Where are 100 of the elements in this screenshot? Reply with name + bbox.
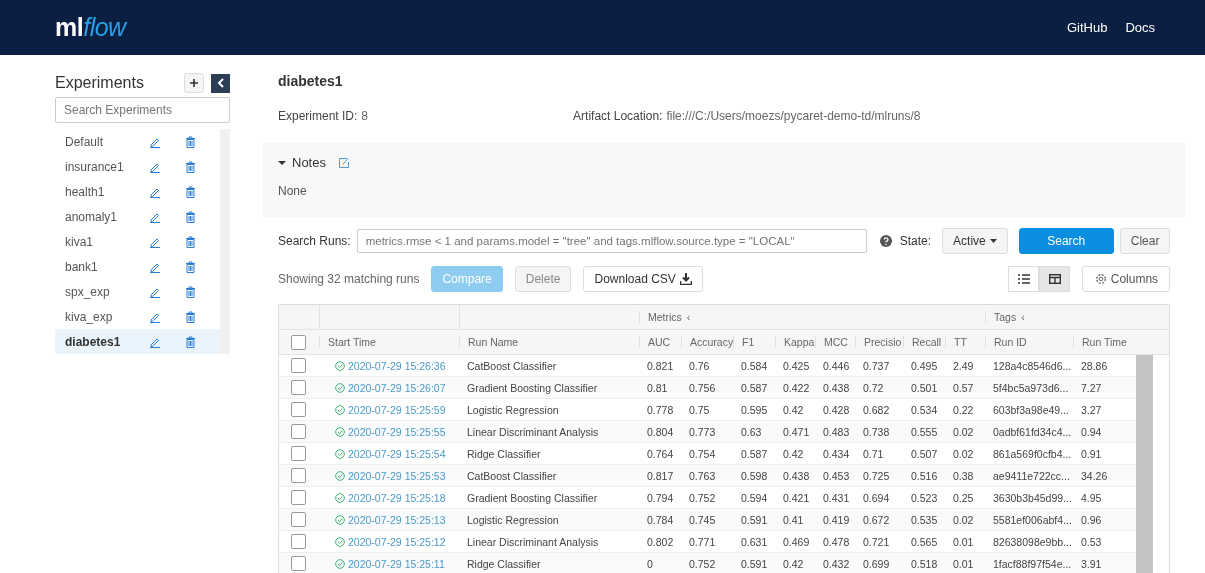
row-checkbox[interactable] [291,556,306,571]
row-checkbox[interactable] [291,446,306,461]
experiment-item[interactable]: Default [55,129,220,154]
header-link[interactable]: GitHub [1066,20,1108,35]
state-dropdown[interactable]: Active [942,228,1008,254]
table-cell-text: 0.764 [646,447,675,460]
experiment-item[interactable]: kiva_exp [55,304,220,329]
column-header[interactable]: AUC [639,336,681,348]
column-header[interactable]: TT [945,336,985,348]
edit-icon[interactable] [337,156,350,169]
experiment-item[interactable]: bank1 [55,254,220,279]
column-header[interactable]: Run Name [459,336,639,348]
clear-button[interactable]: Clear [1119,228,1171,254]
table-cell-text: 0.802 [646,535,675,548]
collapse-toggle[interactable]: ‹ [686,311,691,323]
delete-button[interactable]: Delete [514,266,572,292]
run-link[interactable]: 2020-07-29 15:25:12 [348,535,446,548]
experiment-item[interactable]: anomaly1 [55,204,220,229]
table-cell-text: 0.438 [822,381,851,394]
scrollbar[interactable] [1136,355,1153,573]
help-icon[interactable] [879,235,892,247]
trash-icon[interactable] [185,210,196,223]
collapse-button[interactable] [211,73,230,93]
collapse-toggle[interactable]: ‹ [1021,311,1025,323]
row-checkbox[interactable] [291,468,306,483]
table-cell-text: 0.598 [740,469,769,482]
trash-icon[interactable] [185,135,196,148]
column-header[interactable]: Precisio [855,336,903,348]
row-checkbox[interactable] [291,358,306,373]
run-link[interactable]: 2020-07-29 15:25:11 [348,557,445,570]
caret-icon[interactable] [278,158,286,167]
run-link[interactable]: 2020-07-29 15:26:07 [348,381,446,394]
trash-icon[interactable] [185,235,196,248]
experiment-title: diabetes1 [278,73,344,89]
table-cell-text: 0.778 [646,403,675,416]
success-icon [335,470,345,481]
column-header[interactable]: Run Time [1073,336,1153,348]
experiment-item[interactable]: diabetes1 [55,329,220,354]
trash-icon[interactable] [185,335,196,348]
table-cell-text: 0adbf61fd34c4... [992,425,1073,438]
state-label: State: [899,234,932,248]
search-field[interactable]: Search Experiments [55,97,230,123]
table-cell-text: Logistic Regression [466,403,560,416]
columns-button[interactable]: Columns [1082,266,1171,292]
table-cell-text: Logistic Regression [466,513,560,526]
column-header[interactable]: Run ID [985,336,1073,348]
column-header[interactable]: F1 [733,336,775,348]
row-checkbox[interactable] [291,424,306,439]
run-link[interactable]: 2020-07-29 15:25:13 [348,513,446,526]
mlflow-logo[interactable]: mlflow [55,13,126,42]
search-button[interactable]: Search [1018,228,1114,254]
column-header[interactable]: MCC [815,336,855,348]
experiment-item[interactable]: health1 [55,179,220,204]
table-cell-text: 0.422 [782,381,811,394]
run-link[interactable]: 2020-07-29 15:25:53 [348,469,446,482]
table-cell-text: 0.41 [782,513,805,526]
table-cell-text: 861a569f0cfb4... [992,447,1073,460]
header-link[interactable]: Docs [1125,20,1155,35]
column-header[interactable]: Start Time [319,336,459,348]
success-icon [335,360,345,371]
row-checkbox[interactable] [291,534,306,549]
table-cell-text: 0.76 [688,359,711,372]
experiment-item[interactable]: spx_exp [55,279,220,304]
column-header[interactable]: Kappa [775,336,815,348]
column-header[interactable]: Accuracy [681,336,733,348]
trash-icon[interactable] [185,285,196,298]
run-link[interactable]: 2020-07-29 15:25:55 [348,425,446,438]
experiment-item[interactable]: insurance1 [55,154,220,179]
row-checkbox[interactable] [291,402,306,417]
search-runs-field[interactable]: metrics.rmse < 1 and params.model = "tree" and tags.mlflow.source.type = "LOCAL" [356,229,867,253]
table-cell-text: 0.446 [822,359,851,372]
select-all-checkbox[interactable] [291,334,306,350]
column-group-header[interactable]: Metrics [648,311,682,323]
table-cell-text: 0.694 [862,491,891,504]
run-link[interactable]: 2020-07-29 15:25:59 [348,403,446,416]
run-link[interactable]: 2020-07-29 15:26:36 [348,359,446,372]
notes-title[interactable]: Notes [292,155,326,170]
trash-icon[interactable] [185,260,196,273]
table-cell-text: 0.01 [952,557,975,570]
download-csv-button[interactable]: Download CSV [583,266,703,292]
table-view-button[interactable] [1039,266,1071,292]
experiment-item[interactable]: kiva1 [55,229,220,254]
column-header[interactable]: Recall [903,336,945,348]
list-view-button[interactable] [1008,266,1040,292]
table-cell-text: 0.02 [952,425,975,438]
trash-icon[interactable] [185,160,196,173]
table-cell-text: 0.71 [862,447,885,460]
trash-icon[interactable] [185,185,196,198]
run-link[interactable]: 2020-07-29 15:25:18 [348,491,446,504]
table-cell-text: 0.587 [740,447,769,460]
row-checkbox[interactable] [291,380,306,395]
table-cell-text: 0.752 [688,557,717,570]
trash-icon[interactable] [185,310,196,323]
table-cell-text: 0.737 [862,359,891,372]
row-checkbox[interactable] [291,512,306,527]
row-checkbox[interactable] [291,490,306,505]
column-group-header[interactable]: Tags [994,311,1017,323]
table-cell-text: 0.745 [688,513,717,526]
add-experiment-button[interactable] [184,73,204,93]
run-link[interactable]: 2020-07-29 15:25:54 [348,447,446,460]
